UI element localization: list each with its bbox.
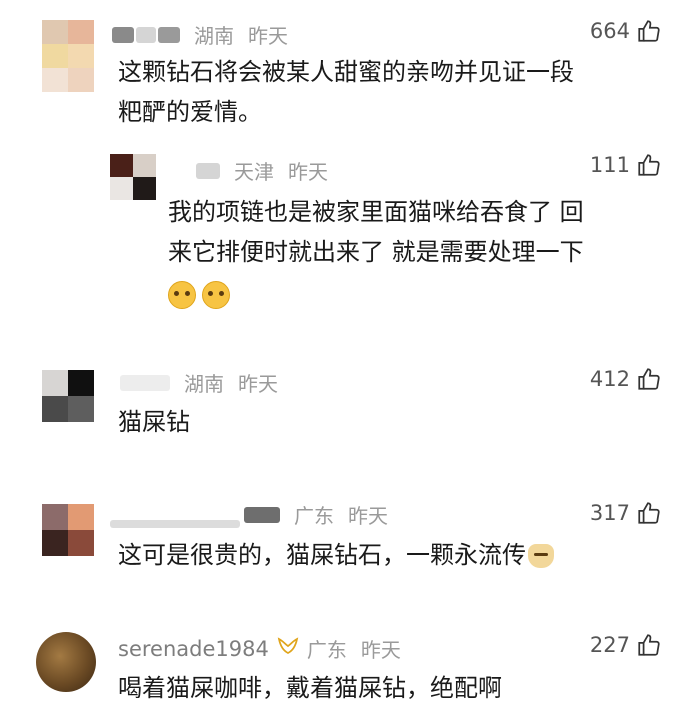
comment-meta: serenade1984 广东 昨天 — [118, 634, 401, 663]
comment-time: 昨天 — [288, 160, 328, 184]
thumbs-up-icon — [638, 634, 660, 656]
comment-text-line: 猫屎钻 — [118, 408, 190, 436]
comment-text-line: 这颗钻石将会被某人甜蜜的亲吻并见证一段 — [118, 58, 574, 86]
comment-time: 昨天 — [360, 638, 401, 662]
comment-region: 湖南 — [184, 372, 224, 396]
comment-text-line: 来它排便时就出来了 就是需要处理一下 — [168, 238, 584, 266]
comment-text: 这可是很贵的，猫屎钻石，一颗永流传 — [118, 535, 554, 575]
avatar[interactable] — [42, 370, 94, 422]
like-button[interactable]: 111 — [590, 152, 662, 178]
thumbs-up-icon — [638, 368, 660, 390]
thumbs-up-icon — [638, 502, 660, 524]
comment-meta: 天津 昨天 — [196, 156, 328, 185]
comment-time: 昨天 — [238, 372, 278, 396]
comment-text: 我的项链也是被家里面猫咪给吞食了 回 来它排便时就出来了 就是需要处理一下 — [168, 192, 584, 314]
username-blurred[interactable] — [136, 26, 156, 43]
thumbs-up-icon — [638, 20, 660, 42]
comment-text-line: 我的项链也是被家里面猫咪给吞食了 回 — [168, 198, 584, 226]
crying-laughing-emoji — [168, 281, 196, 309]
comment-text-line: 这可是很贵的，猫屎钻石，一颗永流传 — [118, 541, 526, 569]
avatar[interactable] — [110, 154, 156, 200]
like-count: 111 — [589, 153, 630, 177]
like-count: 664 — [589, 19, 630, 43]
thumbs-up-icon — [638, 154, 660, 176]
comment-meta: 湖南 昨天 — [120, 368, 278, 397]
like-button[interactable]: 664 — [590, 18, 662, 44]
avatar[interactable] — [42, 20, 94, 92]
username-blurred[interactable] — [158, 26, 180, 43]
username[interactable]: serenade1984 — [118, 637, 269, 661]
like-button[interactable]: 317 — [590, 500, 662, 526]
comment-region: 广东 — [306, 638, 347, 662]
comment-time: 昨天 — [248, 24, 288, 48]
comment-text: 猫屎钻 — [118, 402, 190, 442]
comment-region: 广东 — [294, 504, 334, 528]
username-blurred[interactable] — [110, 520, 240, 528]
comment-region: 天津 — [234, 160, 274, 184]
comment-text-line: 喝着猫屎咖啡，戴着猫屎钻，绝配啊 — [118, 674, 502, 702]
like-count: 412 — [589, 367, 630, 391]
ribbon-badge-icon — [277, 636, 299, 661]
comment-time: 昨天 — [348, 504, 388, 528]
like-button[interactable]: 412 — [590, 366, 662, 392]
username-blurred[interactable] — [244, 506, 280, 523]
like-count: 317 — [589, 501, 630, 525]
username-blurred[interactable] — [120, 374, 170, 391]
username-blurred[interactable] — [112, 26, 134, 43]
avatar[interactable] — [36, 632, 96, 692]
comment-region: 湖南 — [194, 24, 234, 48]
comment-meta: 湖南 昨天 — [112, 20, 288, 49]
crying-laughing-emoji — [202, 281, 230, 309]
like-button[interactable]: 227 — [590, 632, 662, 658]
like-count: 227 — [589, 633, 630, 657]
doge-emoji — [528, 544, 554, 568]
comment-text: 喝着猫屎咖啡，戴着猫屎钻，绝配啊 — [118, 668, 502, 708]
avatar[interactable] — [42, 504, 94, 556]
username-blurred[interactable] — [196, 162, 220, 179]
comment-meta: 广东 昨天 — [244, 500, 388, 529]
comment-text: 这颗钻石将会被某人甜蜜的亲吻并见证一段 粑酽的爱情。 — [118, 52, 574, 132]
comment-text-line: 粑酽的爱情。 — [118, 98, 262, 126]
